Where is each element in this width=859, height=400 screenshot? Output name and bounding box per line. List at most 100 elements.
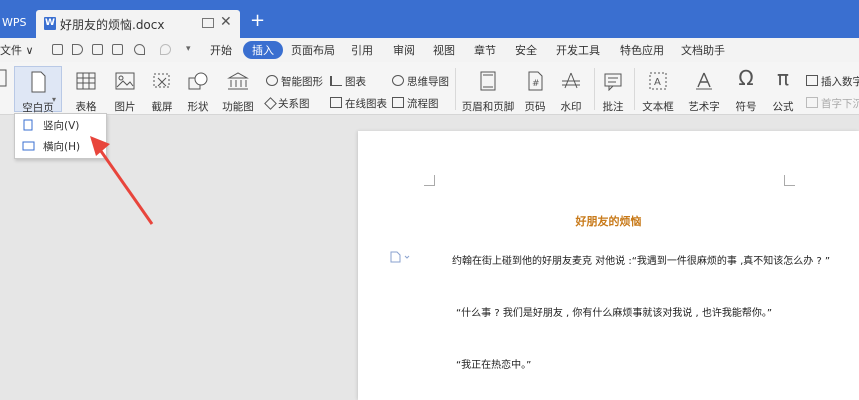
- paragraph: 约翰在街上碰到他的好朋友麦克 对他说 :“我遇到一件很麻烦的事 ,真不知该怎么办…: [452, 256, 831, 267]
- insert-number-label: 插入数字: [821, 76, 859, 88]
- insert-number-icon: [806, 75, 818, 86]
- watermark-icon: [562, 72, 580, 89]
- ribbon-toolbar: 空白页 ▾ 表格 图片 截屏 形状 功能图 智能图形 关系图 图表 在线图表 思…: [0, 62, 859, 115]
- function-chart-icon: [227, 72, 249, 90]
- mind-map-icon: [392, 75, 404, 86]
- document-page[interactable]: 好朋友的烦恼 约翰在街上碰到他的好朋友麦克 对他说 :“我遇到一件很麻烦的事 ,…: [358, 131, 859, 400]
- undo-icon[interactable]: [134, 44, 145, 55]
- drop-cap-icon: [806, 97, 818, 108]
- blank-page-caret-icon[interactable]: ▾: [52, 95, 56, 104]
- ribbon-separator: [594, 68, 595, 110]
- menu-doc-assistant[interactable]: 文档助手: [681, 42, 725, 58]
- document-title: 好朋友的烦恼: [575, 215, 642, 228]
- menu-view[interactable]: 视图: [433, 42, 455, 58]
- smart-shape-button[interactable]: 智能图形: [266, 74, 323, 89]
- paragraph: “什么事 ? 我们是好朋友 , 你有什么麻烦事就该对我说 , 也许我能帮你。”: [456, 308, 773, 319]
- cover-page-icon: [0, 69, 7, 87]
- close-tab-icon[interactable]: ✕: [220, 14, 232, 30]
- landscape-label: 横向(H): [43, 141, 81, 153]
- picture-button[interactable]: 图片: [106, 66, 144, 113]
- blank-page-button[interactable]: 空白页: [14, 66, 62, 114]
- menu-home[interactable]: 开始: [210, 42, 232, 58]
- format-painter-icon[interactable]: [72, 44, 83, 55]
- smart-shape-icon: [266, 75, 278, 86]
- monitor-icon[interactable]: [202, 18, 214, 28]
- chart-label: 图表: [345, 76, 366, 88]
- redo-icon[interactable]: [160, 44, 171, 55]
- symbol-button[interactable]: Ω 符号: [729, 66, 763, 113]
- tab-wps[interactable]: WPS: [0, 11, 27, 35]
- margin-corner: [784, 175, 795, 186]
- header-footer-button[interactable]: 页眉和页脚: [460, 66, 516, 113]
- online-chart-label: 在线图表: [345, 98, 387, 110]
- text-box-label: 文本框: [642, 101, 674, 113]
- menu-review[interactable]: 审阅: [393, 42, 415, 58]
- menu-insert[interactable]: 插入: [243, 41, 283, 59]
- mind-map-button[interactable]: 思维导图: [392, 74, 449, 89]
- art-text-button[interactable]: 艺术字: [682, 66, 726, 113]
- paragraph-handle-icon[interactable]: [390, 251, 412, 263]
- header-footer-label: 页眉和页脚: [461, 101, 515, 113]
- comment-icon: [604, 73, 622, 92]
- art-text-icon: [696, 72, 712, 90]
- file-menu[interactable]: 文件 ∨: [0, 42, 34, 58]
- picture-icon: [115, 72, 135, 90]
- symbol-label: 符号: [735, 101, 757, 113]
- svg-text:A: A: [654, 77, 661, 88]
- page-number-button[interactable]: # 页码: [518, 66, 552, 113]
- annotation-arrow: [90, 136, 154, 225]
- paragraph: “我正在热恋中。”: [456, 360, 532, 371]
- menu-developer[interactable]: 开发工具: [556, 42, 600, 58]
- flowchart-icon: [392, 97, 404, 108]
- watermark-label: 水印: [560, 101, 582, 113]
- document-tab-title: 好朋友的烦恼.docx: [60, 18, 165, 32]
- table-label: 表格: [75, 101, 97, 113]
- menu-references[interactable]: 引用: [351, 42, 373, 58]
- word-doc-icon: W: [44, 17, 56, 30]
- chart-button[interactable]: 图表: [330, 74, 366, 89]
- portrait-icon: [23, 119, 33, 131]
- tab-document[interactable]: W 好朋友的烦恼.docx ✕: [36, 10, 240, 38]
- formula-button[interactable]: π 公式: [766, 66, 800, 113]
- save-icon[interactable]: [52, 44, 63, 55]
- online-chart-icon: [330, 97, 342, 108]
- function-chart-button[interactable]: 功能图: [216, 66, 260, 113]
- mind-map-label: 思维导图: [407, 76, 449, 88]
- menu-page-layout[interactable]: 页面布局: [291, 42, 335, 58]
- first-letter-label: 首字下沉: [821, 98, 859, 110]
- menu-features[interactable]: 特色应用: [620, 42, 664, 58]
- new-tab-button[interactable]: +: [250, 10, 265, 31]
- online-chart-button[interactable]: 在线图表: [330, 96, 387, 111]
- menu-security[interactable]: 安全: [515, 42, 537, 58]
- bar-chart-icon: [330, 76, 342, 86]
- shape-button[interactable]: 形状: [180, 66, 216, 113]
- relation-chart-button[interactable]: 关系图: [264, 96, 310, 111]
- omega-icon: Ω: [738, 66, 754, 90]
- portrait-label: 竖向(V): [43, 120, 80, 132]
- screenshot-button[interactable]: 截屏: [144, 66, 180, 113]
- page-number-icon: #: [528, 71, 543, 91]
- ribbon-separator: [455, 68, 456, 110]
- cover-page-button[interactable]: [0, 66, 10, 112]
- table-button[interactable]: 表格: [66, 66, 106, 113]
- shape-icon: [188, 72, 208, 90]
- comment-button[interactable]: 批注: [598, 66, 628, 113]
- watermark-button[interactable]: 水印: [553, 66, 589, 113]
- quick-access-more-icon[interactable]: ▾: [186, 44, 197, 55]
- insert-number-button[interactable]: 插入数字: [806, 74, 859, 89]
- picture-label: 图片: [114, 101, 136, 113]
- menu-bar: 文件 ∨ ▾ 开始 插入 页面布局 引用 审阅 视图 章节 安全 开发工具 特色…: [0, 38, 859, 62]
- print-icon[interactable]: [92, 44, 103, 55]
- art-text-label: 艺术字: [688, 101, 720, 113]
- title-bar: WPS W 好朋友的烦恼.docx ✕ +: [0, 0, 859, 38]
- screenshot-label: 截屏: [151, 101, 173, 113]
- formula-label: 公式: [772, 101, 794, 113]
- flowchart-button[interactable]: 流程图: [392, 96, 439, 111]
- text-box-button[interactable]: A 文本框: [637, 66, 679, 113]
- comment-label: 批注: [602, 101, 624, 113]
- print-preview-icon[interactable]: [112, 44, 123, 55]
- svg-text:#: #: [532, 79, 540, 89]
- blank-page-icon: [31, 71, 46, 93]
- menu-chapter[interactable]: 章节: [474, 42, 496, 58]
- first-letter-button[interactable]: 首字下沉: [806, 96, 859, 111]
